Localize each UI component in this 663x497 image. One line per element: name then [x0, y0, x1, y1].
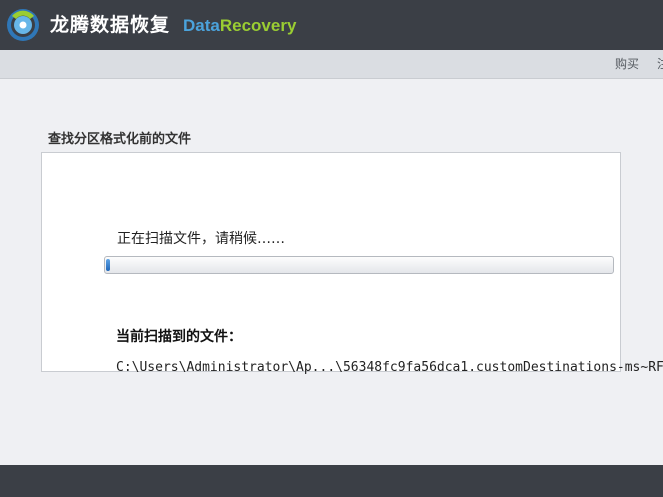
bottom-bar [0, 465, 663, 497]
app-title-english: DataRecovery [183, 15, 296, 37]
scan-progress-bar [104, 256, 614, 274]
current-file-path: C:\Users\Administrator\Ap...\56348fc9fa5… [116, 360, 663, 375]
buy-menu-item[interactable]: 购买 [615, 56, 639, 72]
current-file-label: 当前扫描到的文件： [116, 329, 242, 345]
app-window: 龙腾数据恢复 DataRecovery 购买 注 查找分区格式化前的文件 正在扫… [0, 0, 663, 497]
menu-bar: 购买 注 [0, 50, 663, 79]
title-bar: 龙腾数据恢复 DataRecovery [0, 0, 663, 50]
scan-progress-fill [106, 259, 110, 271]
register-menu-item[interactable]: 注 [657, 56, 663, 72]
app-title: 龙腾数据恢复 [50, 14, 171, 36]
scan-status-text: 正在扫描文件，请稍候…… [117, 231, 285, 247]
app-logo-icon [7, 9, 39, 41]
section-title: 查找分区格式化前的文件 [48, 132, 192, 147]
app-title-english-data: Data [183, 16, 220, 35]
app-title-english-recovery: Recovery [219, 16, 297, 35]
